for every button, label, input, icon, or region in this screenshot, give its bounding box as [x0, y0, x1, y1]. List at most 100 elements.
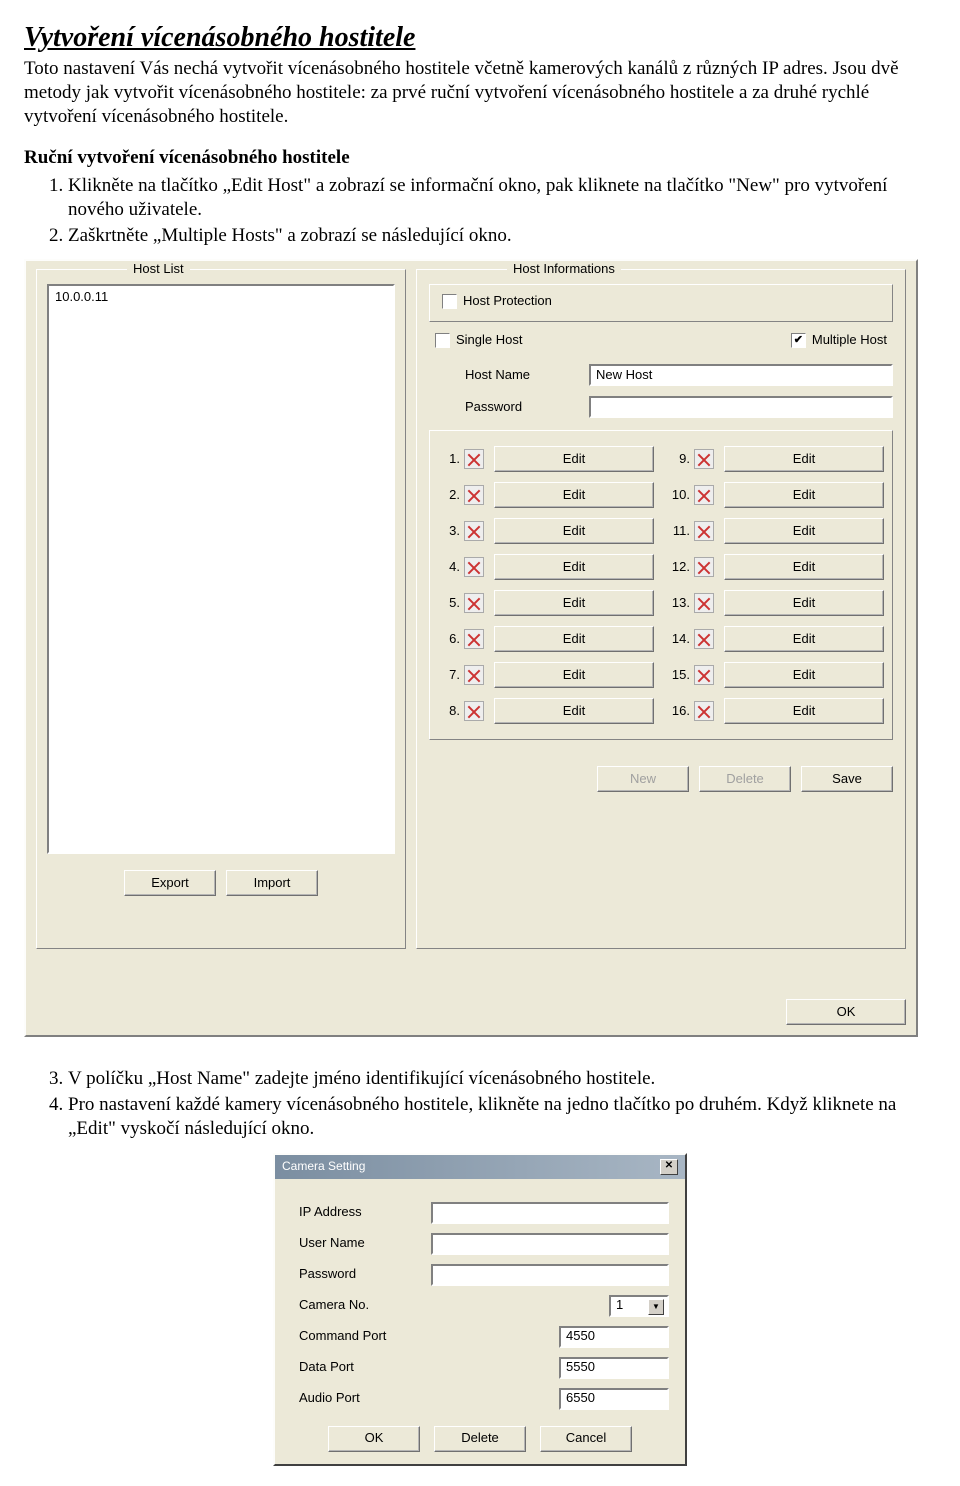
import-button[interactable]: Import	[226, 870, 318, 896]
camera-edit-button[interactable]: Edit	[724, 698, 884, 724]
camera-disabled-icon	[464, 629, 484, 649]
step-2: Zaškrtněte „Multiple Hosts" a zobrazí se…	[68, 224, 936, 248]
camera-ok-button[interactable]: OK	[328, 1426, 420, 1452]
multiple-host-label: Multiple Host	[812, 332, 887, 348]
camera-edit-button[interactable]: Edit	[724, 518, 884, 544]
camera-slot-row: 3. Edit	[438, 513, 654, 549]
checkbox-icon	[442, 294, 457, 309]
camera-disabled-icon	[694, 485, 714, 505]
camera-edit-button[interactable]: Edit	[724, 554, 884, 580]
export-button[interactable]: Export	[124, 870, 216, 896]
subheading: Ruční vytvoření vícenásobného hostitele	[24, 146, 936, 170]
camera-edit-button[interactable]: Edit	[494, 446, 654, 472]
host-list-item[interactable]: 10.0.0.11	[55, 289, 387, 305]
host-protection-frame: Host Protection	[429, 284, 893, 322]
data-port-label: Data Port	[291, 1359, 431, 1375]
camera-slot-number: 1.	[438, 451, 464, 467]
ip-address-input[interactable]	[431, 1202, 669, 1224]
checkbox-icon	[435, 333, 450, 348]
camera-disabled-icon	[464, 593, 484, 613]
single-host-checkbox[interactable]: Single Host	[435, 332, 522, 348]
camera-slot-number: 7.	[438, 667, 464, 683]
camera-slot-row: 8.Edit	[438, 693, 654, 729]
camera-edit-button[interactable]: Edit	[494, 590, 654, 616]
camera-slot-row: 2. Edit	[438, 477, 654, 513]
user-name-label: User Name	[291, 1235, 431, 1251]
camera-slot-row: 11. Edit	[668, 513, 884, 549]
camera-edit-button[interactable]: Edit	[494, 662, 654, 688]
camera-no-label: Camera No.	[291, 1297, 431, 1313]
camera-edit-button[interactable]: Edit	[494, 698, 654, 724]
host-list[interactable]: 10.0.0.11	[47, 284, 395, 854]
host-name-label: Host Name	[429, 367, 589, 383]
camera-slot-row: 12.Edit	[668, 549, 884, 585]
camera-slot-row: 1. Edit	[438, 441, 654, 477]
camera-slot-row: 6. Edit	[438, 621, 654, 657]
page-title: Vytvoření vícenásobného hostitele	[24, 20, 936, 55]
camera-password-input[interactable]	[431, 1264, 669, 1286]
user-name-input[interactable]	[431, 1233, 669, 1255]
camera-slot-number: 5.	[438, 595, 464, 611]
camera-edit-button[interactable]: Edit	[724, 626, 884, 652]
camera-slot-number: 16.	[668, 703, 694, 719]
camera-slot-row: 16. Edit	[668, 693, 884, 729]
camera-password-label: Password	[291, 1266, 431, 1282]
camera-disabled-icon	[694, 449, 714, 469]
camera-disabled-icon	[694, 557, 714, 577]
camera-edit-button[interactable]: Edit	[724, 662, 884, 688]
edit-host-dialog: Host List 10.0.0.11 Export Import Host I…	[24, 259, 918, 1037]
camera-disabled-icon	[464, 665, 484, 685]
camera-edit-button[interactable]: Edit	[724, 482, 884, 508]
camera-edit-grid: 1.Edit2.Edit3.Edit4.Edit5.Edit6.Edit7.Ed…	[429, 430, 893, 740]
camera-no-select[interactable]: 1	[609, 1295, 669, 1317]
camera-slot-number: 11.	[668, 523, 694, 539]
camera-edit-button[interactable]: Edit	[494, 518, 654, 544]
host-list-group: Host List 10.0.0.11 Export Import	[36, 269, 406, 949]
password-input[interactable]	[589, 396, 893, 418]
camera-slot-row: 14.Edit	[668, 621, 884, 657]
host-protection-label: Host Protection	[463, 293, 552, 309]
host-list-title: Host List	[127, 261, 190, 277]
command-port-input[interactable]: 4550	[559, 1326, 669, 1348]
host-info-title: Host Informations	[507, 261, 621, 277]
host-name-input[interactable]: New Host	[589, 364, 893, 386]
camera-edit-button[interactable]: Edit	[724, 590, 884, 616]
multiple-host-checkbox[interactable]: ✔ Multiple Host	[791, 332, 887, 348]
camera-edit-button[interactable]: Edit	[494, 482, 654, 508]
ok-button[interactable]: OK	[786, 999, 906, 1025]
camera-slot-row: 5. Edit	[438, 585, 654, 621]
camera-disabled-icon	[694, 629, 714, 649]
camera-delete-button[interactable]: Delete	[434, 1426, 526, 1452]
command-port-label: Command Port	[291, 1328, 431, 1344]
audio-port-label: Audio Port	[291, 1390, 431, 1406]
camera-edit-button[interactable]: Edit	[494, 626, 654, 652]
camera-slot-number: 3.	[438, 523, 464, 539]
camera-slot-number: 6.	[438, 631, 464, 647]
new-button[interactable]: New	[597, 766, 689, 792]
delete-button[interactable]: Delete	[699, 766, 791, 792]
camera-edit-button[interactable]: Edit	[724, 446, 884, 472]
camera-slot-number: 13.	[668, 595, 694, 611]
camera-edit-button[interactable]: Edit	[494, 554, 654, 580]
camera-disabled-icon	[464, 521, 484, 541]
camera-disabled-icon	[464, 701, 484, 721]
data-port-input[interactable]: 5550	[559, 1357, 669, 1379]
camera-slot-number: 10.	[668, 487, 694, 503]
camera-slot-row: 4.Edit	[438, 549, 654, 585]
camera-disabled-icon	[694, 593, 714, 613]
step-4: Pro nastavení každé kamery vícenásobného…	[68, 1093, 936, 1141]
camera-slot-number: 2.	[438, 487, 464, 503]
checkbox-icon: ✔	[791, 333, 806, 348]
camera-disabled-icon	[694, 521, 714, 541]
camera-slot-row: 15.Edit	[668, 657, 884, 693]
save-button[interactable]: Save	[801, 766, 893, 792]
audio-port-input[interactable]: 6550	[559, 1388, 669, 1410]
host-protection-checkbox[interactable]: Host Protection	[442, 293, 552, 309]
host-info-group: Host Informations Host Protection Single…	[416, 269, 906, 949]
camera-disabled-icon	[464, 485, 484, 505]
intro-paragraph: Toto nastavení Vás nechá vytvořit vícená…	[24, 57, 936, 128]
camera-cancel-button[interactable]: Cancel	[540, 1426, 632, 1452]
close-button[interactable]: ✕	[660, 1159, 678, 1175]
camera-slot-row: 10. Edit	[668, 477, 884, 513]
camera-slot-row: 13. Edit	[668, 585, 884, 621]
